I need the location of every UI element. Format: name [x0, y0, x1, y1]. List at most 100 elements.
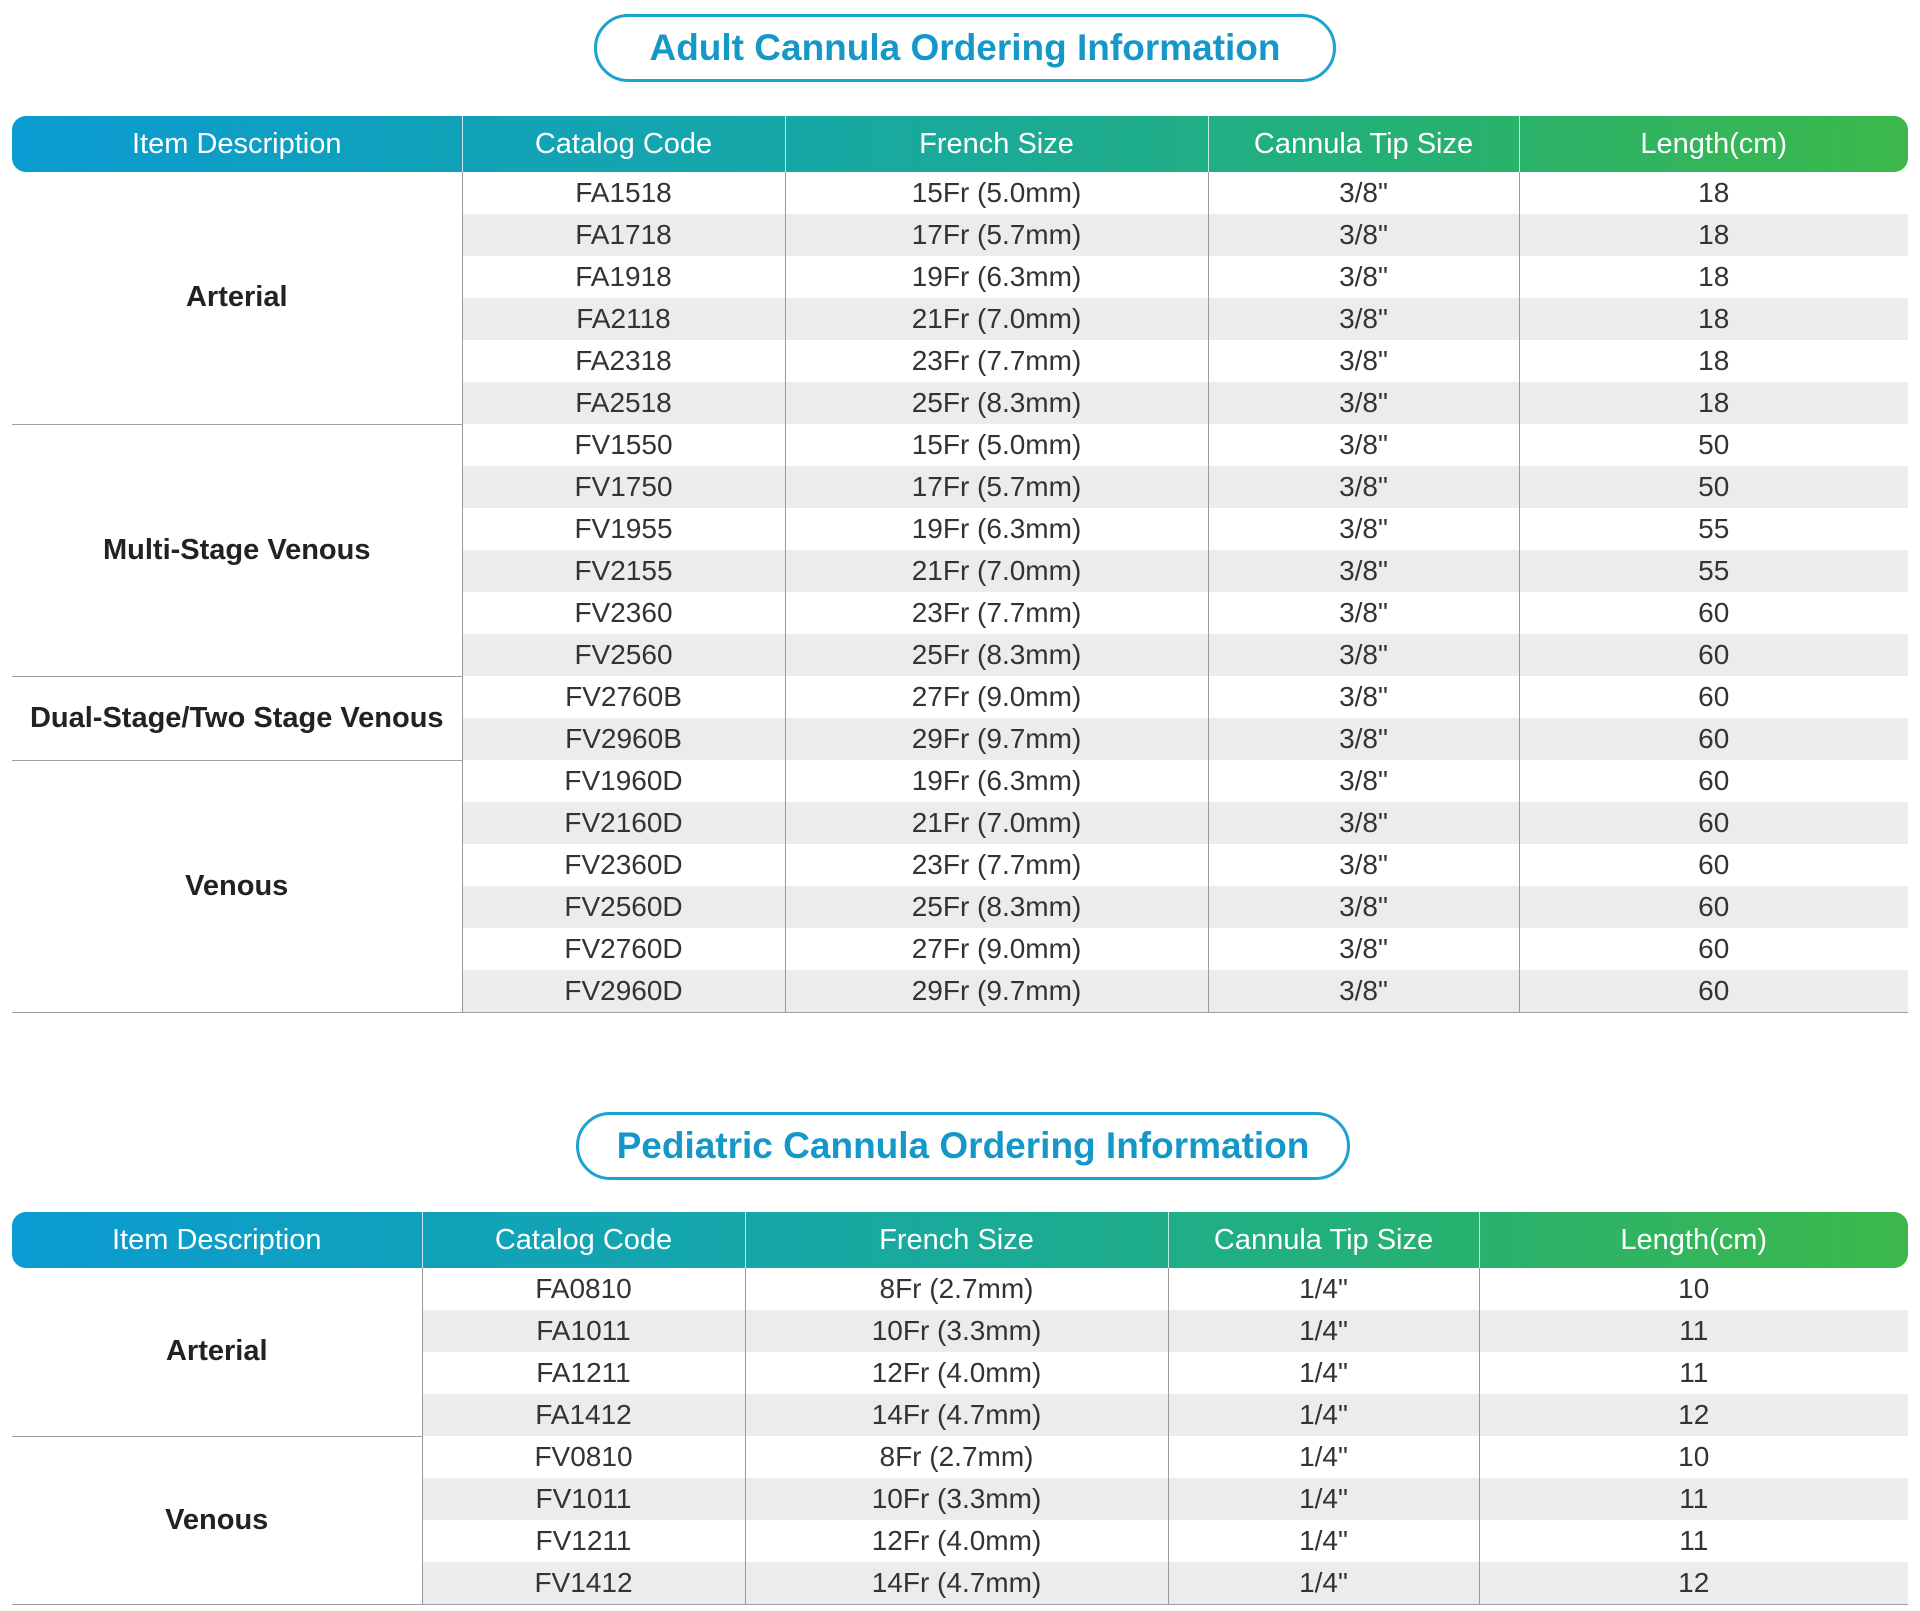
french-size-cell: 8Fr (2.7mm) [744, 1268, 1168, 1310]
length-cell: 18 [1518, 256, 1908, 298]
catalog-code-cell: FV2560D [461, 886, 785, 928]
length-cell: 60 [1518, 970, 1908, 1013]
catalog-code-cell: FA1011 [421, 1310, 745, 1352]
catalog-code-cell: FV1550 [461, 424, 785, 466]
length-cell: 10 [1478, 1436, 1908, 1478]
french-size-cell: 19Fr (6.3mm) [784, 508, 1208, 550]
catalog-code-cell: FV1955 [461, 508, 785, 550]
table-row: Arterial FA1518 15Fr (5.0mm) 3/8" 18 [12, 172, 1908, 425]
tip-size-cell: 3/8" [1207, 886, 1519, 928]
french-size-cell: 25Fr (8.3mm) [784, 382, 1208, 424]
length-cell: 60 [1518, 760, 1908, 802]
length-cell: 18 [1518, 340, 1908, 382]
french-size-cell: 21Fr (7.0mm) [784, 802, 1208, 844]
french-size-cell: 17Fr (5.7mm) [784, 466, 1208, 508]
length-cell: 10 [1478, 1268, 1908, 1310]
tip-size-cell: 3/8" [1207, 718, 1519, 760]
french-size-cell: 19Fr (6.3mm) [784, 760, 1208, 802]
tip-size-cell: 3/8" [1207, 844, 1519, 886]
french-size-cell: 27Fr (9.0mm) [784, 928, 1208, 970]
french-size-cell: 15Fr (5.0mm) [784, 424, 1208, 466]
french-size-cell: 14Fr (4.7mm) [744, 1562, 1168, 1605]
tip-size-cell: 3/8" [1207, 676, 1519, 718]
catalog-code-cell: FV1750 [461, 466, 785, 508]
adult-title: Adult Cannula Ordering Information [594, 14, 1336, 82]
tip-size-cell: 3/8" [1207, 172, 1519, 214]
header-cannula-tip-size: Cannula Tip Size [1207, 116, 1519, 172]
catalog-code-cell: FV2160D [461, 802, 785, 844]
length-cell: 60 [1518, 886, 1908, 928]
tip-size-cell: 3/8" [1207, 760, 1519, 802]
tip-size-cell: 3/8" [1207, 424, 1519, 466]
length-cell: 60 [1518, 634, 1908, 676]
tip-size-cell: 1/4" [1167, 1436, 1479, 1478]
length-cell: 11 [1478, 1520, 1908, 1562]
french-size-cell: 23Fr (7.7mm) [784, 844, 1208, 886]
pediatric-header-row: Item Description Catalog Code French Siz… [12, 1212, 1908, 1268]
pediatric-table-wrap: Item Description Catalog Code French Siz… [12, 1212, 1908, 1605]
catalog-code-cell: FA1518 [461, 172, 785, 214]
header-length: Length(cm) [1478, 1212, 1908, 1268]
table-row: Arterial FA0810 8Fr (2.7mm) 1/4" 10 [12, 1268, 1908, 1437]
table-row: Dual-Stage/Two Stage Venous FV2760B 27Fr (… [12, 676, 1908, 761]
catalog-code-cell: FV2760B [461, 676, 785, 718]
length-cell: 60 [1518, 676, 1908, 718]
french-size-cell: 23Fr (7.7mm) [784, 592, 1208, 634]
item-description-cell: Arterial [12, 172, 462, 425]
length-cell: 55 [1518, 508, 1908, 550]
tip-size-cell: 1/4" [1167, 1352, 1479, 1394]
catalog-code-cell: FV0810 [421, 1436, 745, 1478]
french-size-cell: 14Fr (4.7mm) [744, 1394, 1168, 1436]
length-cell: 60 [1518, 802, 1908, 844]
tip-size-cell: 3/8" [1207, 466, 1519, 508]
item-description-cell: Venous [12, 1436, 422, 1605]
tip-size-cell: 3/8" [1207, 970, 1519, 1013]
table-row: Venous FV1960D 19Fr (6.3mm) 3/8" 60 [12, 760, 1908, 1013]
catalog-code-cell: FV2360D [461, 844, 785, 886]
catalog-code-cell: FA0810 [421, 1268, 745, 1310]
catalog-code-cell: FA2318 [461, 340, 785, 382]
pediatric-title: Pediatric Cannula Ordering Information [576, 1112, 1350, 1180]
catalog-code-cell: FV1211 [421, 1520, 745, 1562]
catalog-code-cell: FV1960D [461, 760, 785, 802]
header-catalog-code: Catalog Code [461, 116, 785, 172]
tip-size-cell: 3/8" [1207, 928, 1519, 970]
french-size-cell: 12Fr (4.0mm) [744, 1520, 1168, 1562]
length-cell: 60 [1518, 844, 1908, 886]
french-size-cell: 15Fr (5.0mm) [784, 172, 1208, 214]
tip-size-cell: 1/4" [1167, 1562, 1479, 1605]
catalog-code-cell: FV2960D [461, 970, 785, 1013]
item-description-cell: Multi-Stage Venous [12, 424, 462, 677]
header-french-size: French Size [784, 116, 1208, 172]
table-row: Multi-Stage Venous FV1550 15Fr (5.0mm) 3/8"… [12, 424, 1908, 677]
item-description-cell: Venous [12, 760, 462, 1013]
tip-size-cell: 3/8" [1207, 508, 1519, 550]
length-cell: 50 [1518, 424, 1908, 466]
catalog-code-cell: FV2960B [461, 718, 785, 760]
french-size-cell: 23Fr (7.7mm) [784, 340, 1208, 382]
tip-size-cell: 3/8" [1207, 634, 1519, 676]
catalog-code-cell: FA1718 [461, 214, 785, 256]
header-length: Length(cm) [1518, 116, 1908, 172]
french-size-cell: 29Fr (9.7mm) [784, 718, 1208, 760]
tip-size-cell: 1/4" [1167, 1478, 1479, 1520]
tip-size-cell: 1/4" [1167, 1394, 1479, 1436]
french-size-cell: 10Fr (3.3mm) [744, 1310, 1168, 1352]
catalog-code-cell: FV2560 [461, 634, 785, 676]
catalog-code-cell: FV2760D [461, 928, 785, 970]
pediatric-table-body: Arterial FA0810 8Fr (2.7mm) 1/4" 10 FA1011 10F… [12, 1268, 1908, 1605]
length-cell: 12 [1478, 1562, 1908, 1605]
tip-size-cell: 3/8" [1207, 298, 1519, 340]
tip-size-cell: 3/8" [1207, 382, 1519, 424]
french-size-cell: 19Fr (6.3mm) [784, 256, 1208, 298]
length-cell: 50 [1518, 466, 1908, 508]
french-size-cell: 12Fr (4.0mm) [744, 1352, 1168, 1394]
header-item-description: Item Description [131, 127, 342, 160]
header-cannula-tip-size: Cannula Tip Size [1167, 1212, 1479, 1268]
catalog-code-cell: FA2518 [461, 382, 785, 424]
pediatric-table: Item Description Catalog Code French Siz… [12, 1212, 1908, 1605]
adult-table-body: Arterial FA1518 15Fr (5.0mm) 3/8" 18 FA1718 17… [12, 172, 1908, 1013]
length-cell: 11 [1478, 1310, 1908, 1352]
tip-size-cell: 3/8" [1207, 340, 1519, 382]
length-cell: 12 [1478, 1394, 1908, 1436]
